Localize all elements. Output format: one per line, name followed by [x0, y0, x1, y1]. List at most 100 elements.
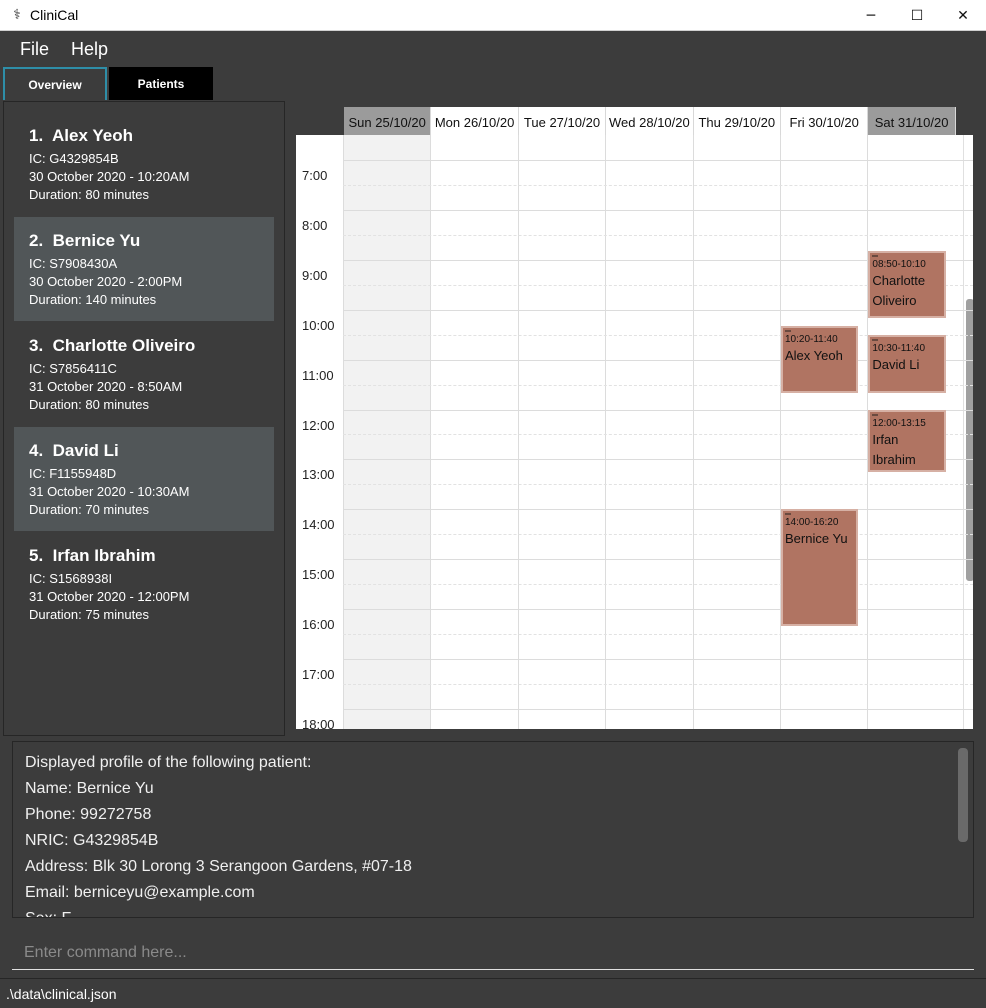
command-input[interactable]: [12, 936, 974, 970]
hour-gridline: [343, 160, 973, 161]
hour-gridline: [343, 659, 973, 660]
appointment-duration: Duration: 80 minutes: [29, 187, 149, 202]
time-label: 15:00: [302, 567, 335, 583]
appointment-datetime: 31 October 2020 - 10:30AM: [29, 484, 190, 499]
calendar-scrollbar[interactable]: [963, 135, 973, 729]
result-line: NRIC: G4329854B: [25, 832, 159, 849]
appointment-duration: Duration: 70 minutes: [29, 502, 149, 517]
half-hour-gridline: [343, 584, 973, 586]
appointment-time: 14:00-16:20: [785, 517, 839, 529]
result-line: Address: Blk 30 Lorong 3 Serangoon Garde…: [25, 858, 412, 875]
appointment-time: 08:50-10:10: [872, 259, 926, 271]
appointment-patient-name: 2. Bernice Yu: [29, 231, 274, 251]
appointment-ic: IC: S7856411C: [29, 361, 117, 376]
data-file-path: .\data\clinical.json: [6, 985, 117, 1002]
calendar-day-column[interactable]: [780, 135, 867, 729]
appointment-time: 10:30-11:40: [872, 342, 926, 354]
calendar-day-header[interactable]: Sat 31/10/20: [868, 107, 956, 137]
window-controls: ─ ☐ ✕: [848, 0, 986, 31]
appointment-index: 5.: [29, 546, 44, 565]
result-scrollbar[interactable]: [958, 748, 968, 842]
appointment-card[interactable]: 5. Irfan Ibrahim IC: S1568938I 31 October …: [14, 532, 274, 636]
menu-help[interactable]: Help: [71, 39, 108, 60]
calendar-appointment[interactable]: 10:20-11:40 Alex Yeoh: [781, 326, 859, 393]
hour-gridline: [343, 559, 973, 561]
title-bar: ⚕ CliniCal ─ ☐ ✕: [0, 0, 986, 31]
half-hour-gridline: [343, 484, 973, 486]
appointment-card[interactable]: 4. David Li IC: F1155948D 31 October 2020 …: [14, 427, 274, 531]
time-label: 11:00: [302, 367, 334, 383]
menu-bar: File Help: [0, 31, 986, 67]
appointment-time: 12:00-13:15: [872, 417, 926, 429]
time-label: 9:00: [302, 267, 328, 283]
calendar-day-header[interactable]: Wed 28/10/20: [606, 107, 694, 137]
appointment-name: Bernice Yu: [785, 531, 848, 547]
calendar-day-header[interactable]: Tue 27/10/20: [518, 107, 607, 137]
half-hour-gridline: [343, 534, 973, 536]
hour-gridline: [343, 209, 973, 211]
appointment-ic: IC: S1568938I: [29, 571, 113, 586]
calendar-scrollbar-thumb[interactable]: [966, 299, 973, 581]
appointment-name: Charlotte Oliveiro: [872, 273, 926, 309]
result-display: Displayed profile of the following patie…: [12, 741, 974, 918]
window-title: CliniCal: [30, 7, 79, 23]
appointment-list: 1. Alex Yeoh IC: G4329854B 30 October 2020…: [3, 101, 285, 736]
appointment-patient-name: 3. Charlotte Oliveiro: [29, 336, 274, 356]
appointment-ic: IC: G4329854B: [29, 151, 119, 166]
appointment-name: Alex Yeoh: [785, 348, 843, 364]
calendar-day-column[interactable]: [430, 135, 517, 729]
close-icon[interactable]: ✕: [940, 0, 986, 31]
half-hour-gridline: [343, 683, 973, 685]
appointment-index: 1.: [29, 126, 44, 145]
half-hour-gridline: [343, 184, 973, 186]
appointment-duration: Duration: 80 minutes: [29, 397, 149, 412]
calendar-day-column[interactable]: [692, 135, 780, 729]
tab-overview[interactable]: Overview: [3, 67, 107, 100]
calendar-day-header[interactable]: Sun 25/10/20: [344, 107, 432, 137]
appointment-datetime: 30 October 2020 - 2:00PM: [29, 274, 183, 289]
appointment-ic: IC: S7908430A: [29, 256, 118, 271]
appointment-index: 4.: [29, 441, 44, 460]
appointment-time: 10:20-11:40: [785, 334, 838, 346]
hour-gridline: [343, 609, 973, 611]
appointment-name-text: Bernice Yu: [52, 231, 141, 250]
appointment-patient-name: 4. David Li: [29, 441, 274, 461]
calendar-day-column[interactable]: [605, 135, 692, 729]
appointment-card[interactable]: 3. Charlotte Oliveiro IC: S7856411C 31 Oct…: [14, 322, 274, 426]
calendar-day-header[interactable]: Fri 30/10/20: [781, 107, 869, 137]
calendar-appointment[interactable]: 08:50-10:10 Charlotte Oliveiro: [868, 251, 946, 319]
appointment-datetime: 31 October 2020 - 12:00PM: [29, 589, 190, 604]
appointment-datetime: 30 October 2020 - 10:20AM: [29, 169, 190, 184]
menu-file[interactable]: File: [20, 39, 49, 60]
half-hour-gridline: [343, 234, 973, 236]
appointment-name-text: David Li: [52, 441, 119, 460]
minimize-icon[interactable]: ─: [848, 0, 894, 31]
tab-patients[interactable]: Patients: [109, 67, 213, 100]
appointment-patient-name: 1. Alex Yeoh: [29, 126, 274, 146]
appointment-name: David Li: [872, 356, 920, 372]
appointment-card[interactable]: 2. Bernice Yu IC: S7908430A 30 October 202…: [14, 217, 274, 321]
hour-gridline: [343, 509, 973, 511]
appointment-duration: Duration: 75 minutes: [29, 607, 149, 622]
calendar-appointment[interactable]: 14:00-16:20 Bernice Yu: [781, 509, 859, 626]
appointment-card[interactable]: 1. Alex Yeoh IC: G4329854B 30 October 2020…: [14, 112, 274, 216]
calendar-grid[interactable]: 7:00 8:00 9:00 10:00 11:00 12:00 13:00 14:00 15:…: [296, 135, 973, 729]
calendar-appointment[interactable]: 10:30-11:40 David Li: [868, 334, 946, 393]
time-label: 10:00: [302, 317, 335, 333]
appointment-duration: Duration: 140 minutes: [29, 292, 157, 307]
calendar-panel: Sun 25/10/20 Mon 26/10/20 Tue 27/10/20 Wed …: [287, 101, 982, 736]
calendar-day-column[interactable]: [343, 135, 431, 729]
calendar-day-header[interactable]: Thu 29/10/20: [693, 107, 781, 137]
appointment-index: 2.: [29, 231, 44, 250]
calendar-appointment[interactable]: 12:00-13:15 Irfan Ibrahim: [868, 409, 946, 472]
appointment-index: 3.: [29, 336, 44, 355]
appointment-datetime: 31 October 2020 - 8:50AM: [29, 379, 183, 394]
calendar-day-column[interactable]: [517, 135, 605, 729]
result-line: Displayed profile of the following patie…: [25, 754, 312, 771]
maximize-icon[interactable]: ☐: [894, 0, 940, 31]
time-label: 17:00: [302, 667, 335, 682]
command-box: [0, 926, 986, 976]
calendar-day-header[interactable]: Mon 26/10/20: [431, 107, 519, 137]
stethoscope-icon: ⚕: [13, 7, 21, 23]
time-label: 16:00: [302, 617, 335, 633]
